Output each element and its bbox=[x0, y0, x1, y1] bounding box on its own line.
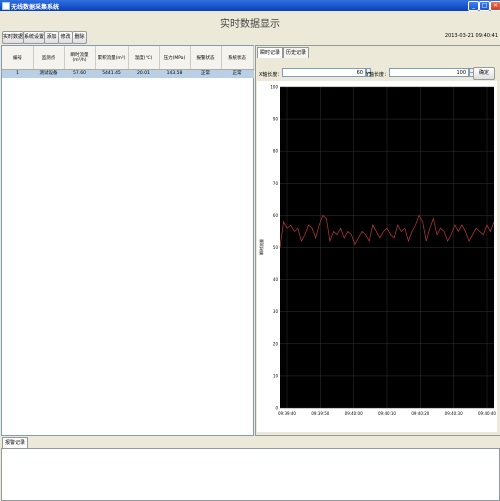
x-tick-label: 09:39:50 bbox=[311, 411, 329, 416]
table-cell: 正常 bbox=[221, 70, 254, 78]
column-header[interactable]: 累积流量(m³) bbox=[95, 46, 129, 69]
x-axis-length-label: X轴长度： bbox=[259, 72, 283, 78]
title-bar: 无线数据采集系统 _ □ × bbox=[0, 0, 500, 11]
datetime-display: 2013-03-21 09:40:41 bbox=[444, 33, 498, 39]
minimize-button[interactable]: _ bbox=[468, 1, 479, 11]
table-cell: 5441.45 bbox=[95, 70, 129, 78]
table-cell: 143.58 bbox=[159, 70, 191, 78]
y-tick-label: 50 bbox=[273, 245, 279, 250]
column-header[interactable]: 编号 bbox=[2, 46, 34, 69]
x-axis-length-input[interactable]: 60 bbox=[282, 68, 366, 77]
x-tick-label: 09:40:00 bbox=[345, 411, 363, 416]
confirm-button[interactable]: 确定 bbox=[473, 67, 495, 80]
column-header[interactable]: 温度(℃) bbox=[128, 46, 160, 69]
y-tick-label: 60 bbox=[273, 213, 279, 218]
realtime-data-button[interactable]: 实时数据 bbox=[2, 31, 24, 44]
y-tick-label: 70 bbox=[273, 181, 279, 186]
y-tick-label: 90 bbox=[273, 117, 279, 122]
column-header[interactable]: 瞬时流量(m³/h) bbox=[64, 46, 96, 69]
table-cell: 1 bbox=[2, 70, 34, 78]
realtime-flow-chart: 0 10 20 30 40 50 60 70 80 90 100 09:39:40 09:39:50 0… bbox=[258, 85, 496, 417]
system-settings-button[interactable]: 系统设置 bbox=[23, 31, 45, 44]
x-tick-label: 09:40:10 bbox=[378, 411, 396, 416]
chart-container: 0 10 20 30 40 50 60 70 80 90 100 09:39:40 09:39:50 0… bbox=[257, 81, 497, 432]
column-header[interactable]: 系统状态 bbox=[221, 46, 254, 69]
app-icon bbox=[2, 2, 10, 10]
y-tick-label: 30 bbox=[273, 309, 279, 314]
tab-history-record[interactable]: 历史记录 bbox=[283, 47, 309, 58]
page-title: 实时数据显示 bbox=[220, 19, 280, 30]
alarm-panel: 报警记录 bbox=[0, 436, 500, 501]
table-cell: 测试设备 bbox=[33, 70, 65, 78]
y-tick-label: 80 bbox=[273, 149, 279, 154]
y-axis-length-input[interactable]: 100 bbox=[389, 68, 469, 77]
x-tick-label: 09:39:40 bbox=[278, 411, 296, 416]
delete-button[interactable]: 删除 bbox=[72, 31, 87, 44]
table-row[interactable]: 1 测试设备 57.60 5441.45 20.01 143.58 正常 正常 bbox=[2, 70, 254, 78]
x-tick-label: 09:40:30 bbox=[445, 411, 463, 416]
column-header[interactable]: 报警状态 bbox=[190, 46, 222, 69]
maximize-button[interactable]: □ bbox=[479, 1, 490, 11]
column-header[interactable]: 压力(MPa) bbox=[159, 46, 191, 69]
column-header[interactable]: 监测点 bbox=[33, 46, 65, 69]
y-tick-label: 10 bbox=[273, 373, 279, 378]
tab-realtime-record[interactable]: 瞬时记录 bbox=[257, 47, 283, 58]
window-title: 无线数据采集系统 bbox=[11, 4, 60, 11]
table-header: 编号 监测点 瞬时流量(m³/h) 累积流量(m³) 温度(℃) 压力(MPa)… bbox=[2, 46, 254, 70]
table-cell: 正常 bbox=[190, 70, 222, 78]
alarm-record-area bbox=[1, 448, 500, 501]
x-tick-label: 09:40:40 bbox=[478, 411, 496, 416]
add-button[interactable]: 添加 bbox=[44, 31, 59, 44]
edit-button[interactable]: 修改 bbox=[58, 31, 73, 44]
data-table: 编号 监测点 瞬时流量(m³/h) 累积流量(m³) 温度(℃) 压力(MPa)… bbox=[1, 45, 254, 436]
y-tick-label: 40 bbox=[273, 277, 279, 282]
y-axis-length-label: Y轴长度： bbox=[366, 72, 390, 78]
close-button[interactable]: × bbox=[490, 1, 500, 11]
table-cell: 20.01 bbox=[128, 70, 160, 78]
tab-alarm-record[interactable]: 报警记录 bbox=[2, 437, 28, 448]
y-tick-label: 100 bbox=[270, 85, 278, 90]
header: 实时数据显示 bbox=[0, 11, 500, 31]
toolbar: 实时数据 系统设置 添加 修改 删除 2013-03-21 09:40:41 bbox=[0, 31, 500, 44]
y-tick-label: 20 bbox=[273, 341, 279, 346]
table-cell: 57.60 bbox=[64, 70, 96, 78]
x-tick-label: 09:40:20 bbox=[411, 411, 429, 416]
y-axis-label: 瞬时流量 bbox=[258, 239, 264, 255]
y-tick-label: 0 bbox=[275, 406, 278, 411]
